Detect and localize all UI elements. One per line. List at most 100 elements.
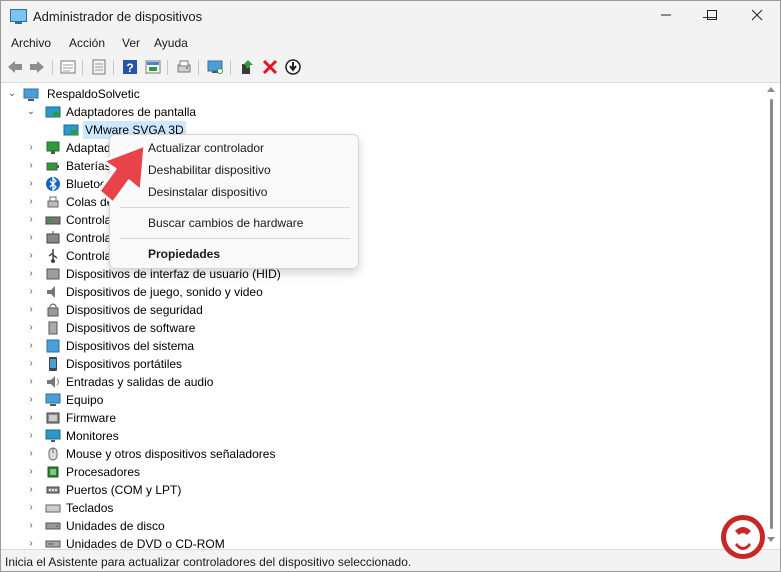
chevron-right-icon[interactable]: › [26,157,36,175]
dvd-drive-icon [45,536,61,549]
chevron-right-icon[interactable]: › [26,355,36,373]
minimize-glyph-icon [661,14,671,16]
chevron-right-icon[interactable]: › [26,535,36,549]
help-icon[interactable]: ? [121,58,139,76]
scroll-thumb[interactable] [770,99,773,529]
menu-item-scan-hardware[interactable]: Buscar cambios de hardware [148,216,303,230]
menu-ver[interactable]: Ver [122,36,140,50]
category-label: Entradas y salidas de audio [66,375,214,389]
chevron-right-icon[interactable]: › [26,517,36,535]
category-label: Dispositivos de seguridad [66,303,203,317]
chevron-right-icon[interactable]: › [26,427,36,445]
category-label: Unidades de disco [66,519,165,533]
system-device-icon [45,338,61,354]
category-label: Adaptadores de pantalla [66,105,197,119]
brand-logo-icon [721,515,765,559]
menu-archivo[interactable]: Archivo [11,36,51,50]
category-label: Controla [66,249,112,263]
menu-ayuda[interactable]: Ayuda [154,36,188,50]
minimize-control[interactable] [643,1,689,32]
port-icon [45,482,61,498]
chevron-right-icon[interactable]: › [26,175,36,193]
window-title: Administrador de dispositivos [33,9,203,24]
toolbar-separator [198,60,199,75]
display-adapter-icon [45,104,61,120]
toolbar: ? [1,54,780,83]
speaker-icon [45,284,61,300]
chevron-right-icon[interactable]: › [26,499,36,517]
chevron-right-icon[interactable]: › [26,373,36,391]
chevron-right-icon[interactable]: › [26,319,36,337]
view-icon[interactable] [144,58,162,76]
software-device-icon [45,320,61,336]
toolbar-separator [230,60,231,75]
monitor-scan-icon[interactable] [206,58,224,76]
chevron-right-icon[interactable]: › [26,193,36,211]
chevron-right-icon[interactable]: › [26,301,36,319]
portable-device-icon [45,356,61,372]
toolbar-separator [82,60,83,75]
maximize-button[interactable] [689,1,735,32]
chevron-right-icon[interactable]: › [26,283,36,301]
tree-root-label: RespaldoSolvetic [47,87,140,101]
device-manager-window: Administrador de dispositivos — Archivo … [0,0,781,572]
battery-icon [45,158,61,174]
toolbar-separator [113,60,114,75]
update-driver-icon[interactable] [238,58,256,76]
menu-item-properties[interactable]: Propiedades [148,247,220,261]
bluetooth-icon [45,176,61,192]
list-view-icon[interactable] [90,58,108,76]
hid-icon [45,266,61,282]
category-label: Procesadores [66,465,141,479]
chevron-right-icon[interactable]: › [26,481,36,499]
security-device-icon [45,302,61,318]
chevron-down-icon[interactable]: ⌄ [7,85,17,103]
chevron-right-icon[interactable]: › [26,463,36,481]
category-label: Monitores [66,429,119,443]
category-label: Dispositivos de juego, sonido y video [66,285,263,299]
chevron-right-icon[interactable]: › [26,247,36,265]
chevron-right-icon[interactable]: › [26,337,36,355]
chevron-right-icon[interactable]: › [26,265,36,283]
category-label: Equipo [66,393,104,407]
chevron-right-icon[interactable]: › [26,409,36,427]
chevron-right-icon[interactable]: › [26,211,36,229]
chevron-down-icon[interactable]: ⌄ [26,103,36,121]
status-bar: Inicia el Asistente para actualizar cont… [1,549,780,571]
menu-bar: Archivo Acción Ver Ayuda [1,32,780,54]
uninstall-x-icon[interactable] [261,58,279,76]
category-label: Dispositivos portátiles [66,357,183,371]
category-label: Teclados [66,501,114,515]
storage-controller-icon [45,212,61,228]
computer-icon [45,392,61,408]
back-arrow-icon[interactable] [6,58,24,76]
bus-controller-icon [45,230,61,246]
chevron-right-icon[interactable]: › [26,445,36,463]
category-label: Dispositivos de software [66,321,196,335]
usb-controller-icon [45,248,61,264]
category-label: Unidades de DVD o CD-ROM [66,537,225,549]
scroll-up-icon[interactable] [767,87,775,92]
menu-accion[interactable]: Acción [69,36,105,50]
close-button[interactable] [734,1,780,32]
toolbar-separator [167,60,168,75]
download-circle-icon[interactable] [284,58,302,76]
printer-icon[interactable] [175,58,193,76]
properties-icon[interactable] [59,58,77,76]
vertical-scrollbar[interactable] [763,83,780,549]
category-label: Puertos (COM y LPT) [66,483,182,497]
print-queue-icon [45,194,61,210]
chevron-right-icon[interactable]: › [26,229,36,247]
audio-io-icon [45,374,61,390]
svg-text:?: ? [126,61,133,75]
category-label: Mouse y otros dispositivos señaladores [66,447,276,461]
forward-arrow-icon[interactable] [28,58,46,76]
processor-icon [45,464,61,480]
chevron-right-icon[interactable]: › [26,391,36,409]
status-text: Inicia el Asistente para actualizar cont… [5,555,412,569]
chevron-right-icon[interactable]: › [26,139,36,157]
maximize-icon [707,10,717,20]
display-adapter-icon [63,122,79,138]
close-icon [751,9,763,21]
menu-separator [120,238,350,239]
